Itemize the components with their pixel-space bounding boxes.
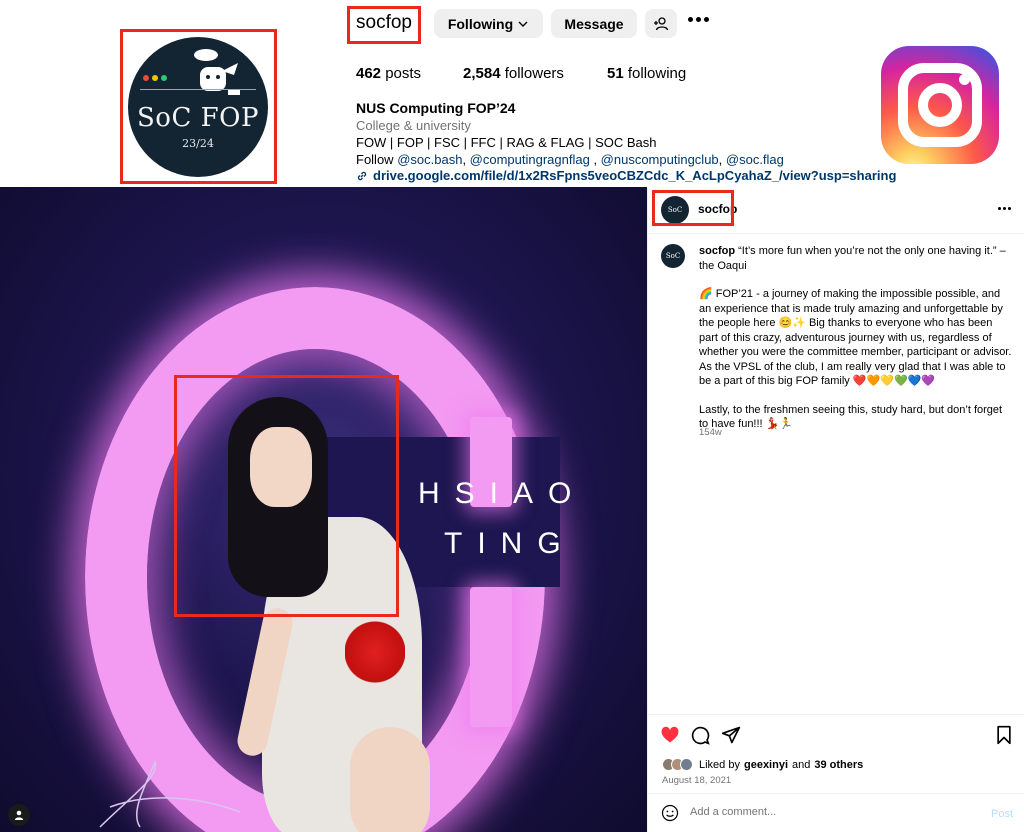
post-caption: socfop “It’s more fun when you’re not th… <box>699 244 1014 446</box>
mention-link[interactable]: @soc.bash <box>397 152 462 167</box>
liker-username[interactable]: geexinyi <box>744 759 788 771</box>
bio-category: College & university <box>356 118 471 133</box>
post-header: SoC socfop <box>648 187 1024 234</box>
heart-icon[interactable] <box>660 725 680 745</box>
caption-paragraph-1: 🌈 FOP’21 - a journey of making the impos… <box>699 288 1012 387</box>
bio-text: FOW | FOP | FSC | FFC | RAG & FLAG | SOC… <box>356 135 657 150</box>
chevron-down-icon <box>518 21 528 27</box>
caption-timestamp: 154w <box>699 427 722 438</box>
bio-name: NUS Computing FOP’24 <box>356 100 516 116</box>
instagram-logo-icon <box>881 46 999 164</box>
signature-scribble <box>99 759 241 828</box>
image-name-line1: HSIAO <box>418 477 587 510</box>
face-highlight-box <box>174 375 399 617</box>
comment-icon[interactable] <box>690 725 710 745</box>
caption-avatar[interactable]: SoC <box>661 244 685 268</box>
following-label: Following <box>447 15 514 32</box>
post-image[interactable]: HSIAO TING <box>0 187 647 832</box>
person-icon <box>14 810 24 820</box>
link-text: drive.google.com/file/d/1x2RsFpns5veoCBZ… <box>373 168 897 183</box>
likes-others[interactable]: 39 others <box>814 759 863 771</box>
mention-link[interactable]: @soc.flag <box>726 152 784 167</box>
post-side-panel: SoC socfop SoC socfop “It’s more fun whe… <box>647 187 1024 832</box>
emoji-icon[interactable] <box>661 804 679 822</box>
bio-external-link[interactable]: drive.google.com/file/d/1x2RsFpns5veoCBZ… <box>356 168 896 183</box>
comment-input[interactable] <box>690 806 970 818</box>
stat-followers[interactable]: 2,584 followers <box>463 65 564 82</box>
caption-quote: “It’s more fun when you’re not the only … <box>699 245 1006 272</box>
bio-follow-line: Follow @soc.bash, @computingragnflag , @… <box>356 152 784 167</box>
tagged-user-icon[interactable] <box>8 804 30 826</box>
username-highlight-box <box>347 6 421 44</box>
post-date: August 18, 2021 <box>662 775 732 786</box>
stat-following[interactable]: 51 following <box>607 65 686 82</box>
avatar-highlight-box <box>120 29 277 184</box>
mention-link[interactable]: @computingragnflag <box>470 152 590 167</box>
image-name-line2: TING <box>444 527 576 560</box>
red-flowers <box>345 612 405 692</box>
stat-posts: 462 posts <box>356 65 422 82</box>
message-label: Message <box>564 15 624 32</box>
post-actions: Liked by geexinyi and 39 others August 1… <box>648 714 1024 832</box>
caption-username[interactable]: socfop <box>699 245 735 257</box>
following-button[interactable]: Following <box>434 9 543 38</box>
link-icon <box>357 171 367 180</box>
post-comment-button[interactable]: Post <box>991 808 1013 820</box>
more-options-icon[interactable] <box>688 17 710 25</box>
message-button[interactable]: Message <box>551 9 637 38</box>
suggest-user-button[interactable] <box>645 9 677 38</box>
liker-avatars <box>662 758 693 771</box>
caption-paragraph-2: Lastly, to the freshmen seeing this, stu… <box>699 403 1003 431</box>
comment-bar: Post <box>648 793 1024 832</box>
add-user-icon <box>654 16 669 30</box>
share-icon[interactable] <box>721 725 741 745</box>
header-highlight-box <box>652 190 734 226</box>
mention-link[interactable]: @nuscomputingclub <box>601 152 719 167</box>
liked-by: Liked by geexinyi and 39 others <box>662 758 863 771</box>
bookmark-icon[interactable] <box>995 725 1013 745</box>
more-options-icon[interactable] <box>998 207 1011 210</box>
